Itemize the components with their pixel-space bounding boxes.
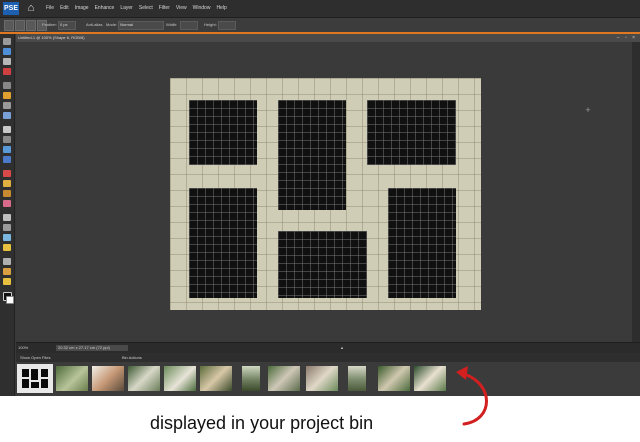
tool-options-bar: Feather: 0 px Anti-alias Mode: Normal Wi… bbox=[0, 18, 640, 33]
lasso-tool-icon[interactable] bbox=[3, 92, 11, 99]
eraser-tool-icon[interactable] bbox=[3, 200, 11, 207]
paint-bucket-icon[interactable] bbox=[3, 234, 11, 241]
magic-wand-tool-icon[interactable] bbox=[3, 102, 11, 109]
bin-thumbnail-photo-9[interactable] bbox=[348, 366, 366, 391]
red-annotation-arrow-icon bbox=[456, 366, 488, 426]
bin-thumbnail-photo-2[interactable] bbox=[92, 366, 124, 391]
annotation-caption: displayed in your project bin bbox=[150, 413, 374, 433]
menu-enhance[interactable]: Enhance bbox=[95, 0, 115, 17]
menu-file[interactable]: File bbox=[46, 0, 54, 17]
bin-actions-menu[interactable]: Bin Actions bbox=[122, 353, 142, 362]
photo-placeholder-bottom-left[interactable] bbox=[189, 188, 257, 298]
toolbox bbox=[0, 34, 15, 396]
height-input[interactable] bbox=[218, 21, 236, 30]
marquee-tool-icon[interactable] bbox=[3, 82, 11, 89]
app-logo-icon: PSE bbox=[3, 2, 19, 15]
gradient-tool-icon[interactable] bbox=[3, 244, 11, 251]
mode-value: Normal bbox=[120, 22, 133, 27]
new-selection-icon[interactable] bbox=[4, 20, 14, 31]
document-tab[interactable]: Untitled-1 @ 100% (Shape 6, RGB/8) – ▫ × bbox=[16, 34, 640, 42]
photo-placeholder-bottom-center[interactable] bbox=[278, 231, 367, 298]
bin-thumbnail-photo-8[interactable] bbox=[306, 366, 338, 391]
bin-thumbnail-photo-1[interactable] bbox=[56, 366, 88, 391]
menu-list: File Edit Image Enhance Layer Select Fil… bbox=[46, 0, 227, 17]
feather-value: 0 px bbox=[60, 22, 68, 27]
photo-placeholder-top-right[interactable] bbox=[367, 100, 456, 165]
home-icon[interactable]: ⌂ bbox=[24, 2, 38, 15]
subtract-selection-icon[interactable] bbox=[26, 20, 36, 31]
collapse-arrow-icon[interactable]: ▲ bbox=[340, 344, 344, 352]
healing-brush-icon[interactable] bbox=[3, 180, 11, 187]
selection-brush-icon[interactable] bbox=[3, 112, 11, 119]
straighten-tool-icon[interactable] bbox=[3, 156, 11, 163]
zoom-tool-icon[interactable] bbox=[3, 48, 11, 55]
zoom-level[interactable]: 100% bbox=[18, 343, 28, 353]
photo-placeholder-top-left[interactable] bbox=[189, 100, 257, 165]
move-tool-icon[interactable] bbox=[3, 38, 11, 45]
smart-brush-icon[interactable] bbox=[3, 224, 11, 231]
project-bin bbox=[16, 362, 640, 396]
hand-tool-icon[interactable] bbox=[3, 58, 11, 65]
bin-thumbnail-photo-4[interactable] bbox=[164, 366, 196, 391]
width-input[interactable] bbox=[180, 21, 198, 30]
bin-thumbnail-layout[interactable] bbox=[19, 366, 51, 391]
photo-placeholder-top-center[interactable] bbox=[278, 100, 346, 210]
shape-tool-icon[interactable] bbox=[3, 258, 11, 265]
document-info[interactable]: 20.32 cm x 27.17 cm (72 ppi) bbox=[56, 345, 128, 351]
mode-label: Mode: bbox=[106, 22, 118, 27]
bin-thumbnail-photo-5[interactable] bbox=[200, 366, 232, 391]
antialias-label[interactable]: Anti-alias bbox=[86, 18, 102, 32]
document-title: Untitled-1 @ 100% (Shape 6, RGB/8) bbox=[18, 35, 85, 40]
height-label: Height: bbox=[204, 22, 217, 27]
bin-thumbnail-photo-6[interactable] bbox=[242, 366, 260, 391]
type-tool-icon[interactable] bbox=[3, 126, 11, 133]
clone-stamp-icon[interactable] bbox=[3, 190, 11, 197]
bin-thumbnail-photo-3[interactable] bbox=[128, 366, 160, 391]
window-controls-icon[interactable]: – ▫ × bbox=[617, 35, 637, 41]
bin-thumbnail-photo-11[interactable] bbox=[414, 366, 446, 391]
menu-image[interactable]: Image bbox=[75, 0, 89, 17]
menu-layer[interactable]: Layer bbox=[120, 0, 133, 17]
width-label: Width: bbox=[166, 22, 178, 27]
crosshair-cursor-icon: + bbox=[585, 105, 591, 115]
menu-window[interactable]: Window bbox=[193, 0, 211, 17]
sponge-tool-icon[interactable] bbox=[3, 278, 11, 285]
red-eye-tool-icon[interactable] bbox=[3, 170, 11, 177]
feather-label: Feather: bbox=[42, 22, 57, 27]
menu-filter[interactable]: Filter bbox=[159, 0, 170, 17]
eyedropper-tool-icon[interactable] bbox=[3, 68, 11, 75]
bin-thumbnail-photo-7[interactable] bbox=[268, 366, 300, 391]
crop-tool-icon[interactable] bbox=[3, 136, 11, 143]
show-open-files-dropdown[interactable]: Show Open Files bbox=[20, 353, 50, 362]
editor-window: PSE ⌂ File Edit Image Enhance Layer Sele… bbox=[0, 0, 640, 396]
menu-help[interactable]: Help bbox=[216, 0, 226, 17]
menu-edit[interactable]: Edit bbox=[60, 0, 69, 17]
project-bin-header: Show Open Files Bin Actions bbox=[16, 353, 640, 362]
cookie-cutter-icon[interactable] bbox=[3, 146, 11, 153]
menu-view[interactable]: View bbox=[176, 0, 187, 17]
add-selection-icon[interactable] bbox=[15, 20, 25, 31]
bin-thumbnail-photo-10[interactable] bbox=[378, 366, 410, 391]
blur-tool-icon[interactable] bbox=[3, 268, 11, 275]
status-bar: 100% 20.32 cm x 27.17 cm (72 ppi) ▲ bbox=[16, 342, 640, 353]
vertical-scrollbar[interactable] bbox=[632, 42, 640, 342]
background-color-swatch[interactable] bbox=[6, 296, 14, 304]
photo-placeholder-bottom-right[interactable] bbox=[388, 188, 456, 298]
menu-bar: PSE ⌂ File Edit Image Enhance Layer Sele… bbox=[0, 0, 640, 18]
scrapbook-page[interactable] bbox=[170, 78, 481, 310]
menu-select[interactable]: Select bbox=[139, 0, 153, 17]
brush-tool-icon[interactable] bbox=[3, 214, 11, 221]
